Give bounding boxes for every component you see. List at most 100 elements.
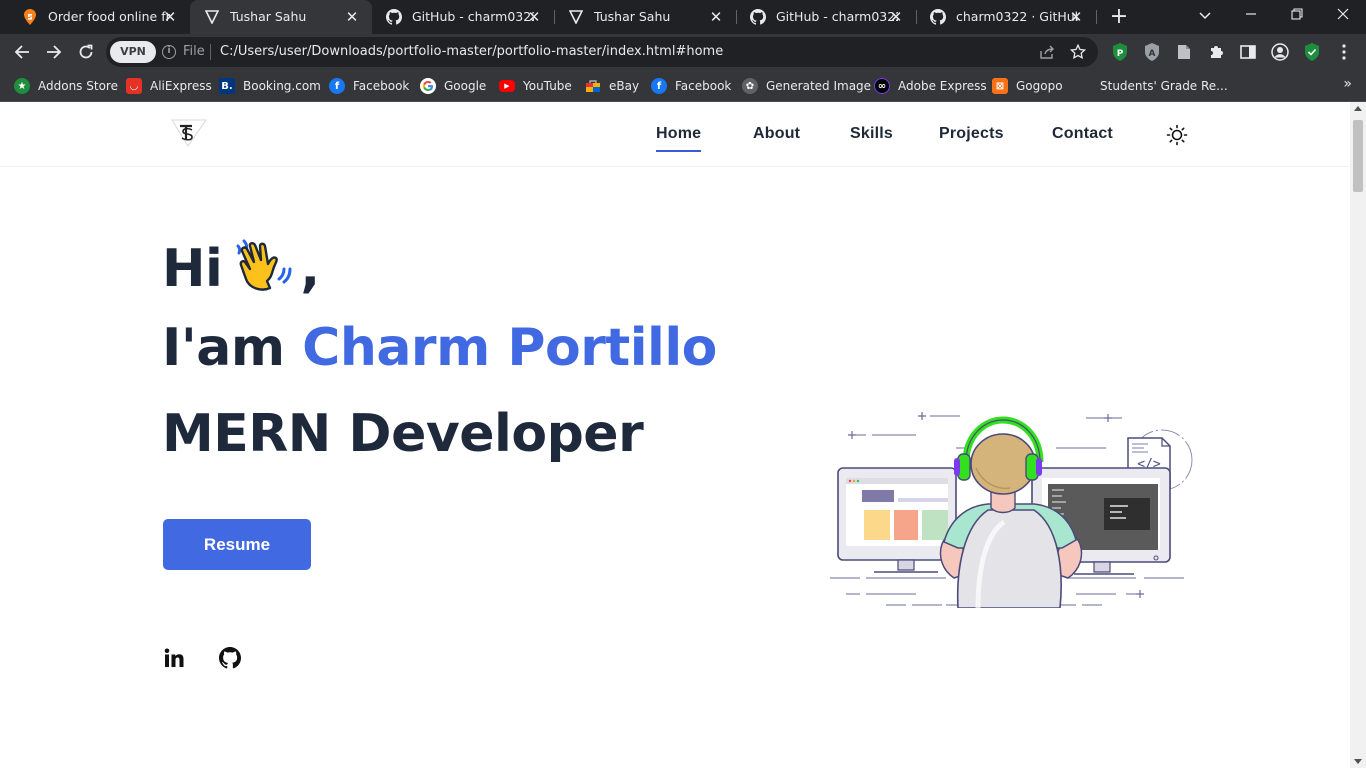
adobe-express-icon: ∞ [874, 78, 890, 94]
svg-text:P: P [1117, 49, 1124, 59]
intro-prefix: I'am [162, 318, 285, 378]
tab-github-2[interactable]: GitHub - charm0322/c ✕ [736, 0, 916, 34]
tab-title: Tushar Sahu [594, 9, 671, 24]
resume-button[interactable]: Resume [163, 519, 311, 570]
bookmark-label: Google [444, 79, 487, 93]
bookmark-label: Gogopo [1016, 79, 1063, 93]
close-icon[interactable]: ✕ [526, 9, 542, 25]
tab-search-button[interactable] [1192, 5, 1218, 27]
bookmark-facebook[interactable]: f Facebook [329, 76, 409, 96]
bookmark-generated-image[interactable]: ✿ Generated Image [742, 76, 871, 96]
info-icon[interactable]: i [162, 45, 176, 59]
bookmark-label: Students' Grade Re... [1100, 79, 1228, 93]
page-scrollbar[interactable] [1350, 102, 1366, 768]
address-bar[interactable]: VPN i File C:/Users/user/Downloads/portf… [106, 37, 1098, 67]
bookmark-students-grade[interactable]: Students' Grade Re... [1100, 76, 1228, 96]
puzzle-icon[interactable] [1204, 40, 1228, 64]
tab-title: GitHub - charm0322/c [412, 9, 534, 24]
close-window-button[interactable] [1330, 5, 1356, 27]
aliexpress-icon: ◡ [126, 78, 142, 94]
bookmark-label: Generated Image [766, 79, 872, 93]
omnibox-separator [210, 44, 211, 60]
forward-button[interactable] [42, 40, 66, 64]
tab-github-profile[interactable]: charm0322 · GitHub ✕ [916, 0, 1096, 34]
arrow-left-icon [14, 45, 29, 59]
tab-title: GitHub - charm0322/c [776, 9, 898, 24]
bookmark-label: Adobe Express [898, 79, 987, 93]
waving-hand-icon [230, 232, 294, 296]
extension-p-icon[interactable]: P [1108, 40, 1132, 64]
svg-text:A: A [1149, 49, 1156, 59]
bookmark-adobe-express[interactable]: ∞ Adobe Express [874, 76, 987, 96]
vpn-badge[interactable]: VPN [110, 41, 156, 63]
github-icon[interactable] [218, 646, 242, 670]
extension-a-icon[interactable]: A [1140, 40, 1164, 64]
bookmark-label: Facebook [353, 79, 410, 93]
profile-icon[interactable] [1268, 40, 1292, 64]
scroll-up-arrow-icon[interactable] [1354, 106, 1362, 111]
nav-home[interactable]: Home [656, 125, 702, 152]
vite-icon [204, 9, 220, 25]
hero-greeting: Hi , [162, 232, 320, 299]
close-icon[interactable]: ✕ [344, 9, 360, 25]
facebook-icon: f [651, 78, 667, 94]
close-icon[interactable]: ✕ [162, 9, 178, 25]
close-icon[interactable]: ✕ [1068, 9, 1084, 25]
reload-button[interactable] [74, 40, 98, 64]
share-icon[interactable] [1038, 42, 1058, 62]
document-extension-icon[interactable] [1172, 40, 1196, 64]
close-icon[interactable]: ✕ [708, 9, 724, 25]
github-icon [750, 9, 766, 25]
reload-icon [79, 44, 93, 59]
greeting-text: Hi [162, 239, 223, 299]
nav-about[interactable]: About [753, 125, 800, 143]
youtube-icon: ▶ [499, 80, 515, 92]
linkedin-icon[interactable] [162, 646, 186, 670]
tab-github-1[interactable]: GitHub - charm0322/c ✕ [372, 0, 554, 34]
star-icon[interactable] [1068, 42, 1088, 62]
scroll-thumb[interactable] [1353, 120, 1363, 192]
restore-button[interactable] [1284, 5, 1310, 27]
bookmark-label: AliExpress [150, 79, 212, 93]
bookmark-ebay[interactable]: eBay [585, 76, 639, 96]
nav-projects[interactable]: Projects [939, 125, 1004, 143]
booking-icon: B. [219, 78, 235, 94]
bookmark-google[interactable]: Google [420, 76, 486, 96]
theme-toggle-button[interactable] [1164, 122, 1190, 148]
facebook-icon: f [329, 78, 345, 94]
scroll-down-arrow-icon[interactable] [1354, 759, 1362, 764]
url-text[interactable]: C:/Users/user/Downloads/portfolio-master… [220, 44, 723, 59]
bookmark-label: eBay [609, 79, 640, 93]
tab-title: Tushar Sahu [230, 9, 307, 24]
menu-kebab-icon[interactable] [1332, 40, 1356, 64]
bookmark-addons-store[interactable]: ★ Addons Store [14, 76, 118, 96]
vite-icon [568, 9, 584, 25]
bookmark-booking[interactable]: B. Booking.com [219, 76, 321, 96]
tab-tushar-sahu-2[interactable]: Tushar Sahu ✕ [554, 0, 736, 34]
tab-strip: Order food online fro ✕ Tushar Sahu ✕ Gi… [0, 0, 1366, 34]
back-button[interactable] [10, 40, 34, 64]
nav-skills[interactable]: Skills [850, 125, 893, 143]
close-icon[interactable]: ✕ [888, 9, 904, 25]
chevron-double-right-icon[interactable]: » [1343, 76, 1352, 92]
tab-title: Order food online fro [48, 9, 170, 24]
bookmark-youtube[interactable]: ▶ YouTube [499, 76, 572, 96]
hero-role: MERN Developer [162, 404, 644, 464]
bookmark-gogopo[interactable]: ⊠ Gogopo [992, 76, 1063, 96]
tab-order-food[interactable]: Order food online fro ✕ [8, 0, 190, 34]
nav-contact[interactable]: Contact [1052, 125, 1113, 143]
tab-tushar-sahu-active[interactable]: Tushar Sahu ✕ [190, 0, 372, 34]
bookmark-aliexpress[interactable]: ◡ AliExpress [126, 76, 212, 96]
github-icon [386, 9, 402, 25]
generated-image-icon: ✿ [742, 78, 758, 94]
ts-logo-icon[interactable] [166, 116, 208, 150]
sun-icon [1166, 124, 1188, 146]
minimize-button[interactable] [1238, 5, 1264, 27]
side-panel-icon[interactable] [1236, 40, 1260, 64]
site-header: Home About Skills Projects Contact [0, 102, 1350, 167]
bookmark-facebook-2[interactable]: f Facebook [651, 76, 731, 96]
new-tab-button[interactable]: + [1108, 6, 1130, 28]
github-icon [930, 9, 946, 25]
shield-check-icon[interactable] [1300, 40, 1324, 64]
greeting-suffix: , [300, 239, 320, 299]
